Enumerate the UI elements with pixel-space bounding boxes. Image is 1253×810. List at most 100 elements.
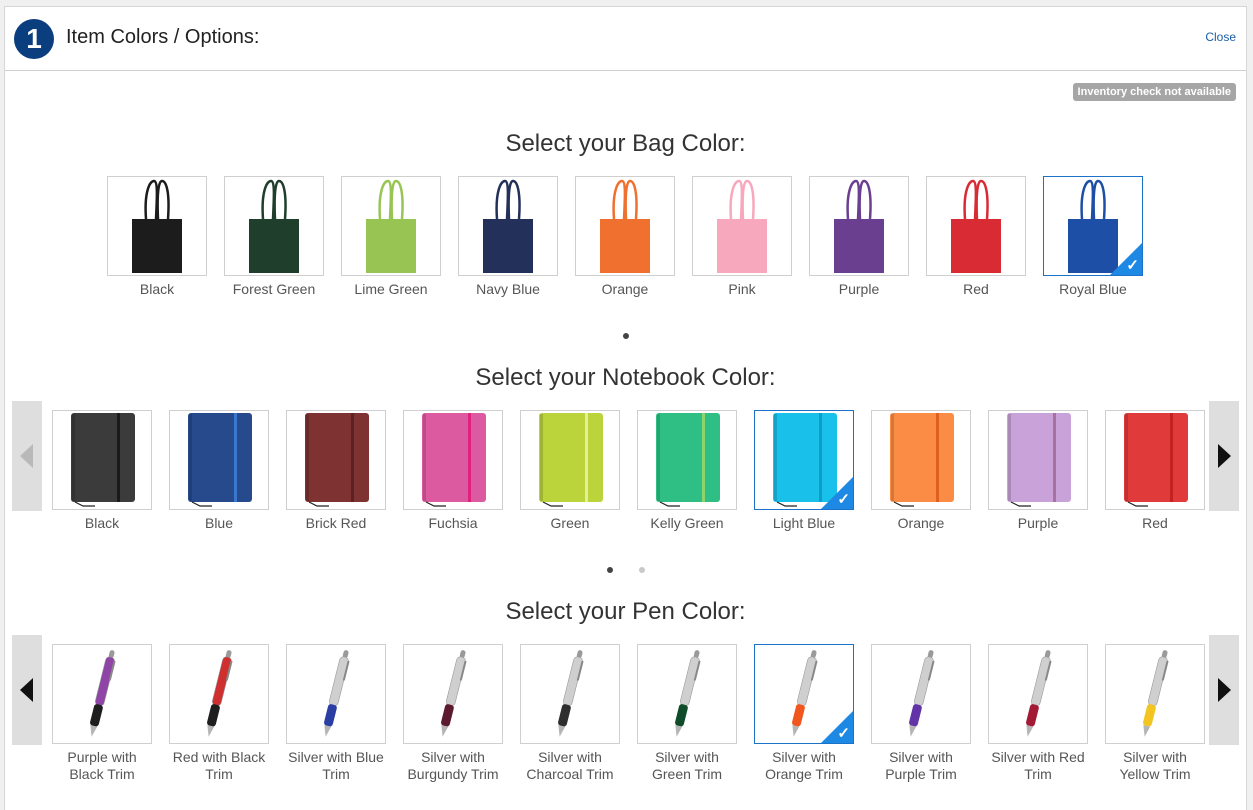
pen-color-swatch[interactable]: Silver with Purple Trim: [871, 644, 971, 783]
pen-image: [909, 650, 935, 737]
pen-image: [558, 650, 584, 737]
tote-bag-image: [834, 179, 884, 273]
bag-color-swatch[interactable]: Pink: [692, 176, 792, 298]
notebook-color-thumbnail[interactable]: [637, 410, 737, 510]
bag-color-thumbnail[interactable]: ✓: [1043, 176, 1143, 276]
notebook-color-swatch[interactable]: ✓ Light Blue: [754, 410, 854, 532]
bag-color-label: Lime Green: [354, 281, 428, 297]
notebook-color-label: Red: [1142, 515, 1168, 531]
bag-color-swatch[interactable]: Purple: [809, 176, 909, 298]
pen-color-label: Silver with Charcoal Trim: [526, 749, 614, 782]
bag-color-swatch[interactable]: Black: [107, 176, 207, 298]
pen-image: [1026, 650, 1052, 737]
notebook-color-thumbnail[interactable]: ✓: [754, 410, 854, 510]
notebook-color-swatch[interactable]: Blue: [169, 410, 269, 532]
pen-color-label: Purple with Black Trim: [67, 749, 137, 782]
tote-bag-image: [483, 179, 533, 273]
notebook-color-thumbnail[interactable]: [988, 410, 1088, 510]
pen-color-label: Red with Black Trim: [172, 749, 266, 782]
notebook-section-title: Select your Notebook Color:: [475, 364, 776, 391]
pen-color-swatch[interactable]: Silver with Yellow Trim: [1105, 644, 1205, 783]
bag-color-thumbnail[interactable]: [692, 176, 792, 276]
tote-bag-image: [717, 179, 767, 273]
pen-color-thumbnail[interactable]: [52, 644, 152, 744]
pen-color-label: Silver with Orange Trim: [765, 749, 843, 782]
pen-next-button[interactable]: [1209, 635, 1239, 745]
bag-pager-dot-1[interactable]: [622, 333, 629, 339]
bag-pager: [5, 326, 1246, 339]
pen-color-row: Purple with Black Trim Red with Black Tri…: [5, 644, 1246, 794]
bag-color-thumbnail[interactable]: [809, 176, 909, 276]
pen-color-swatch[interactable]: Purple with Black Trim: [52, 644, 152, 783]
notebook-image: [890, 413, 954, 507]
pen-color-label: Silver with Burgundy Trim: [407, 749, 499, 782]
notebook-color-thumbnail[interactable]: [871, 410, 971, 510]
bag-color-thumbnail[interactable]: [341, 176, 441, 276]
notebook-color-swatch[interactable]: Brick Red: [286, 410, 386, 532]
notebook-color-thumbnail[interactable]: [403, 410, 503, 510]
bag-color-thumbnail[interactable]: [458, 176, 558, 276]
bag-color-thumbnail[interactable]: [575, 176, 675, 276]
pen-image: [441, 650, 467, 737]
notebook-color-thumbnail[interactable]: [286, 410, 386, 510]
pen-color-swatch[interactable]: Silver with Burgundy Trim: [403, 644, 503, 783]
bag-color-swatch[interactable]: ✓ Royal Blue: [1043, 176, 1143, 298]
pen-color-swatch[interactable]: Silver with Green Trim: [637, 644, 737, 783]
pen-color-thumbnail[interactable]: [169, 644, 269, 744]
notebook-image: [1007, 413, 1071, 507]
pen-color-swatch[interactable]: Silver with Blue Trim: [286, 644, 386, 783]
notebook-pager-dot-2[interactable]: [638, 567, 645, 573]
bag-color-swatch[interactable]: Orange: [575, 176, 675, 298]
bag-color-swatch[interactable]: Lime Green: [341, 176, 441, 298]
pen-color-swatch[interactable]: Red with Black Trim: [169, 644, 269, 783]
tote-bag-image: [366, 179, 416, 273]
pen-color-thumbnail[interactable]: [403, 644, 503, 744]
notebook-image: [422, 413, 486, 507]
bag-color-thumbnail[interactable]: [224, 176, 324, 276]
bag-section-title: Select your Bag Color:: [505, 130, 746, 157]
pen-color-thumbnail[interactable]: ✓: [754, 644, 854, 744]
tote-bag-image: [249, 179, 299, 273]
pen-color-swatch[interactable]: Silver with Charcoal Trim: [520, 644, 620, 783]
notebook-color-label: Brick Red: [305, 515, 367, 531]
close-link[interactable]: Close: [1205, 30, 1236, 44]
notebook-color-swatch[interactable]: Kelly Green: [637, 410, 737, 532]
notebook-color-swatch[interactable]: Black: [52, 410, 152, 532]
notebook-next-button[interactable]: [1209, 401, 1239, 511]
pen-color-thumbnail[interactable]: [286, 644, 386, 744]
bag-color-swatch[interactable]: Navy Blue: [458, 176, 558, 298]
notebook-color-swatch[interactable]: Fuchsia: [403, 410, 503, 532]
notebook-color-swatch[interactable]: Green: [520, 410, 620, 532]
pen-color-thumbnail[interactable]: [637, 644, 737, 744]
pen-image: [324, 650, 350, 737]
bag-color-thumbnail[interactable]: [926, 176, 1026, 276]
notebook-color-label: Green: [550, 515, 590, 531]
bag-color-label: Orange: [601, 281, 649, 297]
pen-color-swatch[interactable]: ✓ Silver with Orange Trim: [754, 644, 854, 783]
notebook-image: [71, 413, 135, 507]
notebook-color-swatch[interactable]: Red: [1105, 410, 1205, 532]
tote-bag-image: [951, 179, 1001, 273]
notebook-color-swatch[interactable]: Purple: [988, 410, 1088, 532]
pen-color-thumbnail[interactable]: [1105, 644, 1205, 744]
bag-color-swatch[interactable]: Red: [926, 176, 1026, 298]
notebook-color-thumbnail[interactable]: [520, 410, 620, 510]
pen-image: [90, 650, 116, 737]
pen-color-thumbnail[interactable]: [871, 644, 971, 744]
notebook-color-thumbnail[interactable]: [52, 410, 152, 510]
notebook-color-thumbnail[interactable]: [1105, 410, 1205, 510]
notebook-color-label: Fuchsia: [428, 515, 478, 531]
notebook-pager-dot-1[interactable]: [606, 567, 613, 573]
pen-color-swatch[interactable]: Silver with Red Trim: [988, 644, 1088, 783]
checkmark-icon: ✓: [1126, 257, 1139, 274]
step-title: Item Colors / Options:: [66, 26, 260, 48]
notebook-color-swatch[interactable]: Orange: [871, 410, 971, 532]
bag-color-label: Forest Green: [232, 281, 316, 297]
notebook-color-thumbnail[interactable]: [169, 410, 269, 510]
pen-color-label: Silver with Blue Trim: [288, 749, 384, 782]
bag-color-swatch[interactable]: Forest Green: [224, 176, 324, 298]
bag-color-thumbnail[interactable]: [107, 176, 207, 276]
notebook-pager: [5, 560, 1246, 573]
pen-color-thumbnail[interactable]: [520, 644, 620, 744]
pen-color-thumbnail[interactable]: [988, 644, 1088, 744]
